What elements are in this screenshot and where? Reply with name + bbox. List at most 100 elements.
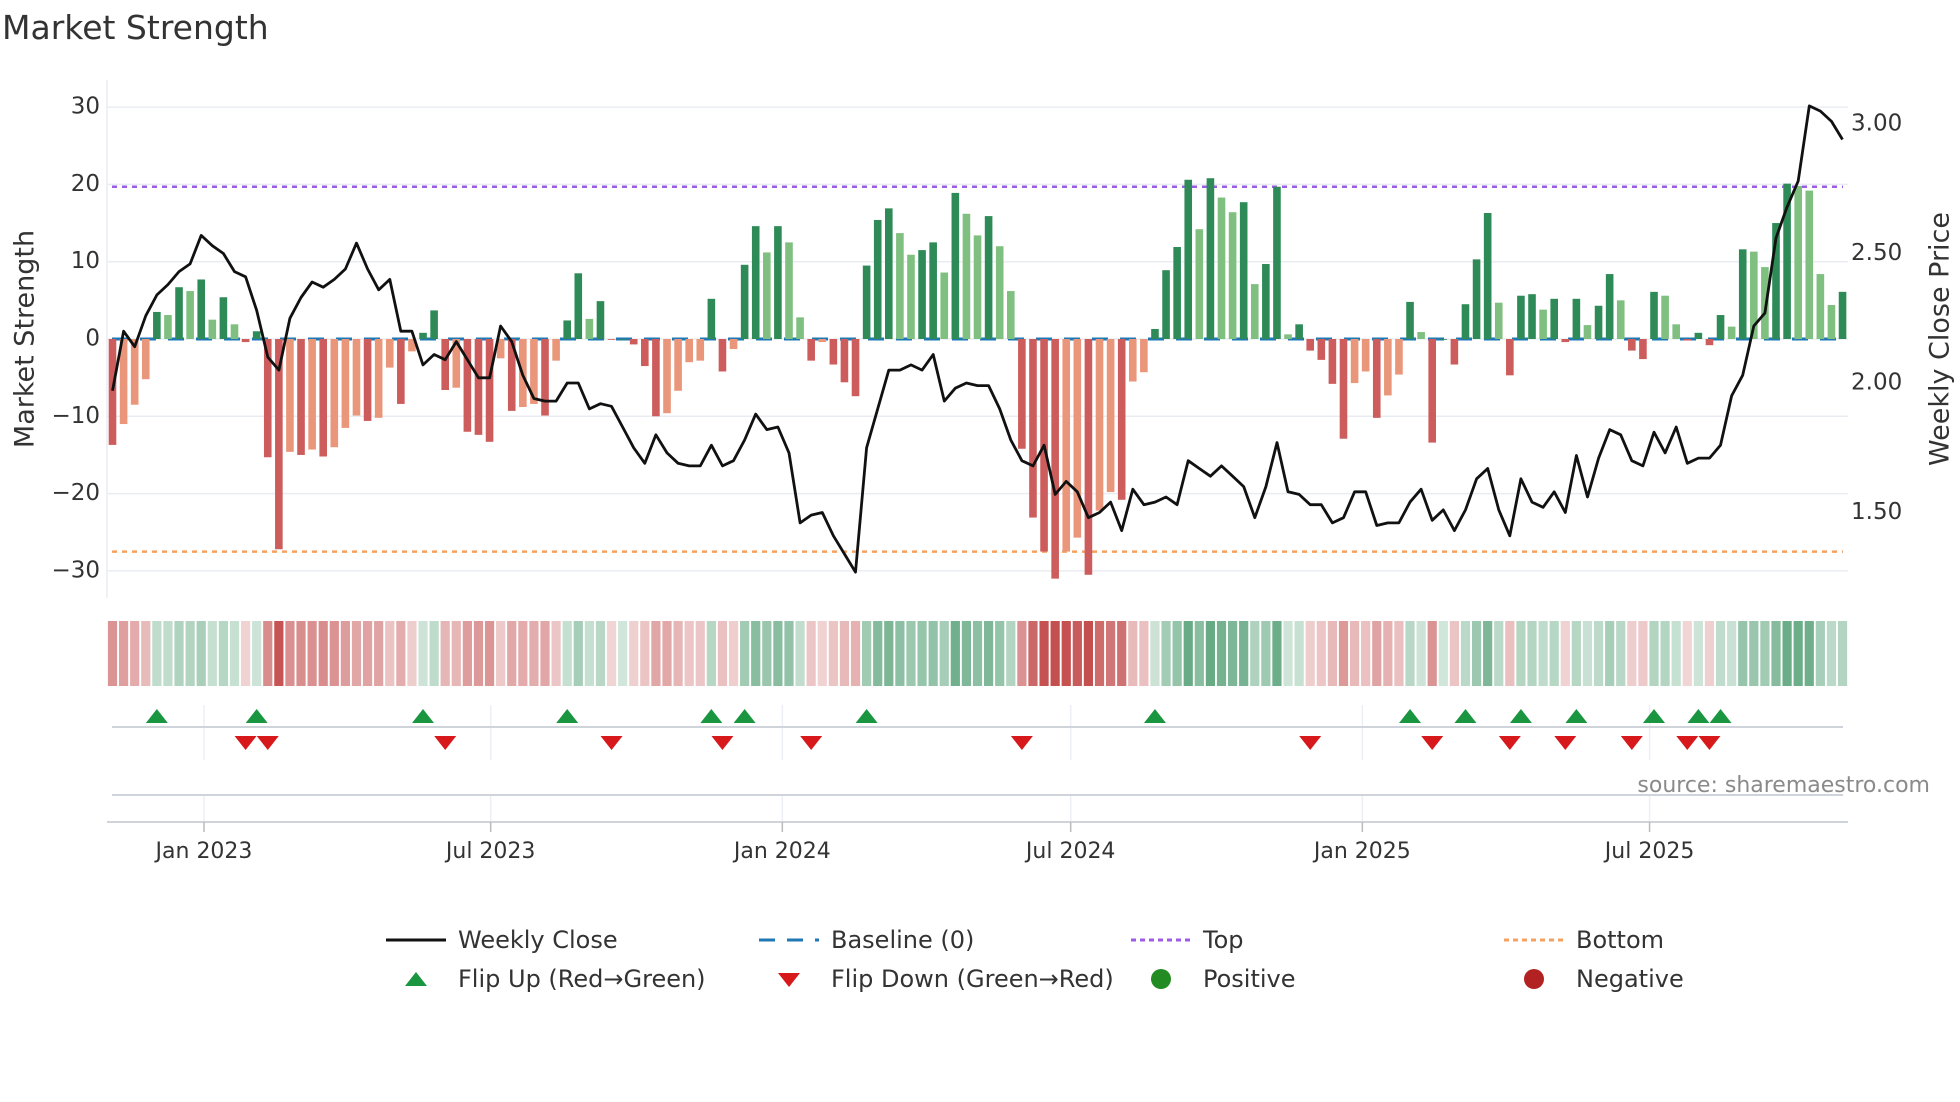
strength-bar	[829, 339, 838, 365]
strip-cell	[817, 621, 827, 686]
y-tick-label: 10	[71, 248, 100, 274]
y-tick-label: 0	[85, 326, 100, 352]
strip-cell	[1017, 621, 1027, 686]
strip-cell	[451, 621, 461, 686]
legend-item[interactable]: Top	[1131, 926, 1244, 954]
strength-bar	[1095, 339, 1104, 511]
strip-cell	[163, 621, 173, 686]
strength-bar	[1361, 339, 1370, 372]
strip-cell	[695, 621, 705, 686]
strip-cell	[1616, 621, 1626, 686]
strength-bar	[1029, 339, 1037, 518]
flip-down-marker	[1421, 736, 1444, 750]
strip-cell	[1582, 621, 1593, 686]
strength-bar	[1173, 247, 1181, 339]
strength-bar	[1073, 339, 1082, 538]
strength-bar	[1683, 339, 1692, 341]
legend: Weekly Close Baseline (0) Top Bottom Flip Up…	[0, 918, 1960, 998]
legend-item[interactable]: Bottom	[1504, 926, 1664, 954]
strength-bar	[208, 319, 217, 339]
legend-item[interactable]: Weekly Close	[386, 926, 618, 954]
strength-bar	[1572, 298, 1581, 339]
strip-cell	[773, 621, 783, 686]
strip-cell	[961, 621, 972, 686]
legend-item[interactable]: Negative	[1504, 965, 1684, 993]
strength-bar	[929, 242, 937, 339]
flip-down-marker	[1554, 736, 1577, 750]
strip-cell	[662, 621, 672, 686]
strip-cell	[1760, 621, 1770, 686]
y-tick-label: −20	[51, 480, 100, 506]
strength-bar	[1151, 328, 1159, 339]
strip-cell	[1505, 621, 1515, 686]
flip-down-marker	[1010, 736, 1033, 750]
strength-bar	[330, 339, 339, 448]
legend-label: Weekly Close	[458, 926, 618, 954]
strength-heat-strip	[107, 621, 1848, 686]
strength-bar	[541, 339, 549, 416]
flip-down-marker	[1698, 736, 1721, 750]
strip-cell	[1061, 621, 1071, 686]
x-tick-label: Jul 2024	[1024, 839, 1116, 864]
strength-bar	[1250, 284, 1259, 339]
y2-tick-label: 2.50	[1851, 240, 1902, 266]
flip-down-marker	[234, 736, 257, 750]
strip-cell	[1593, 621, 1604, 686]
strength-bar	[1727, 326, 1736, 339]
strength-bar	[1428, 339, 1437, 443]
legend-dash-icon	[759, 928, 819, 952]
flip-down-marker	[1620, 736, 1643, 750]
legend-label: Top	[1203, 926, 1244, 954]
strip-cell	[107, 621, 118, 686]
strength-bar	[1494, 302, 1503, 339]
strength-bar	[740, 264, 749, 339]
strength-bar	[1705, 339, 1714, 346]
strength-bar	[197, 279, 206, 339]
y2-tick-label: 3.00	[1851, 111, 1902, 137]
strip-cell	[1083, 621, 1094, 686]
strip-cell	[1527, 621, 1537, 686]
strip-cell	[1383, 621, 1393, 686]
strip-cell	[1837, 621, 1848, 686]
legend-item[interactable]: Positive	[1131, 965, 1296, 993]
strip-cell	[1782, 621, 1792, 686]
strip-cell	[1183, 621, 1193, 686]
strip-cell	[1349, 621, 1360, 686]
strength-bar	[1605, 274, 1614, 339]
strip-cell	[1815, 621, 1825, 686]
strip-cell	[1305, 621, 1315, 686]
strength-bar	[141, 339, 150, 380]
flip-up-marker	[1454, 709, 1477, 723]
strip-cell	[1094, 621, 1105, 686]
strip-cell	[884, 621, 894, 686]
strength-bar	[1827, 304, 1836, 339]
strip-cell	[906, 621, 916, 686]
flip-down-marker	[600, 736, 623, 750]
strength-bar	[1195, 229, 1204, 339]
legend-item[interactable]: Baseline (0)	[759, 926, 974, 954]
flip-up-marker	[245, 709, 268, 723]
strength-bar	[341, 339, 350, 428]
legend-item[interactable]: Flip Up (Red→Green)	[386, 965, 706, 993]
strip-cell	[462, 621, 472, 686]
strip-cell	[1494, 621, 1504, 686]
strength-bar	[696, 339, 705, 361]
strength-bar	[1328, 339, 1337, 384]
strength-bar	[840, 339, 849, 383]
strip-cell	[1427, 621, 1437, 686]
strip-cell	[717, 621, 728, 686]
strip-cell	[1438, 621, 1448, 686]
flip-down-marker	[1676, 736, 1699, 750]
strength-bar	[1062, 339, 1071, 552]
strip-cell	[862, 621, 872, 686]
strength-bar	[552, 339, 560, 361]
strip-cell	[984, 621, 994, 686]
strength-bar	[1517, 295, 1525, 339]
legend-item[interactable]: Flip Down (Green→Red)	[759, 965, 1114, 993]
strength-bar	[629, 339, 638, 345]
strip-cell	[1460, 621, 1471, 686]
strip-cell	[374, 621, 384, 686]
strength-bar	[1628, 339, 1636, 351]
strip-cell	[1216, 621, 1227, 686]
strength-bar	[186, 291, 194, 339]
